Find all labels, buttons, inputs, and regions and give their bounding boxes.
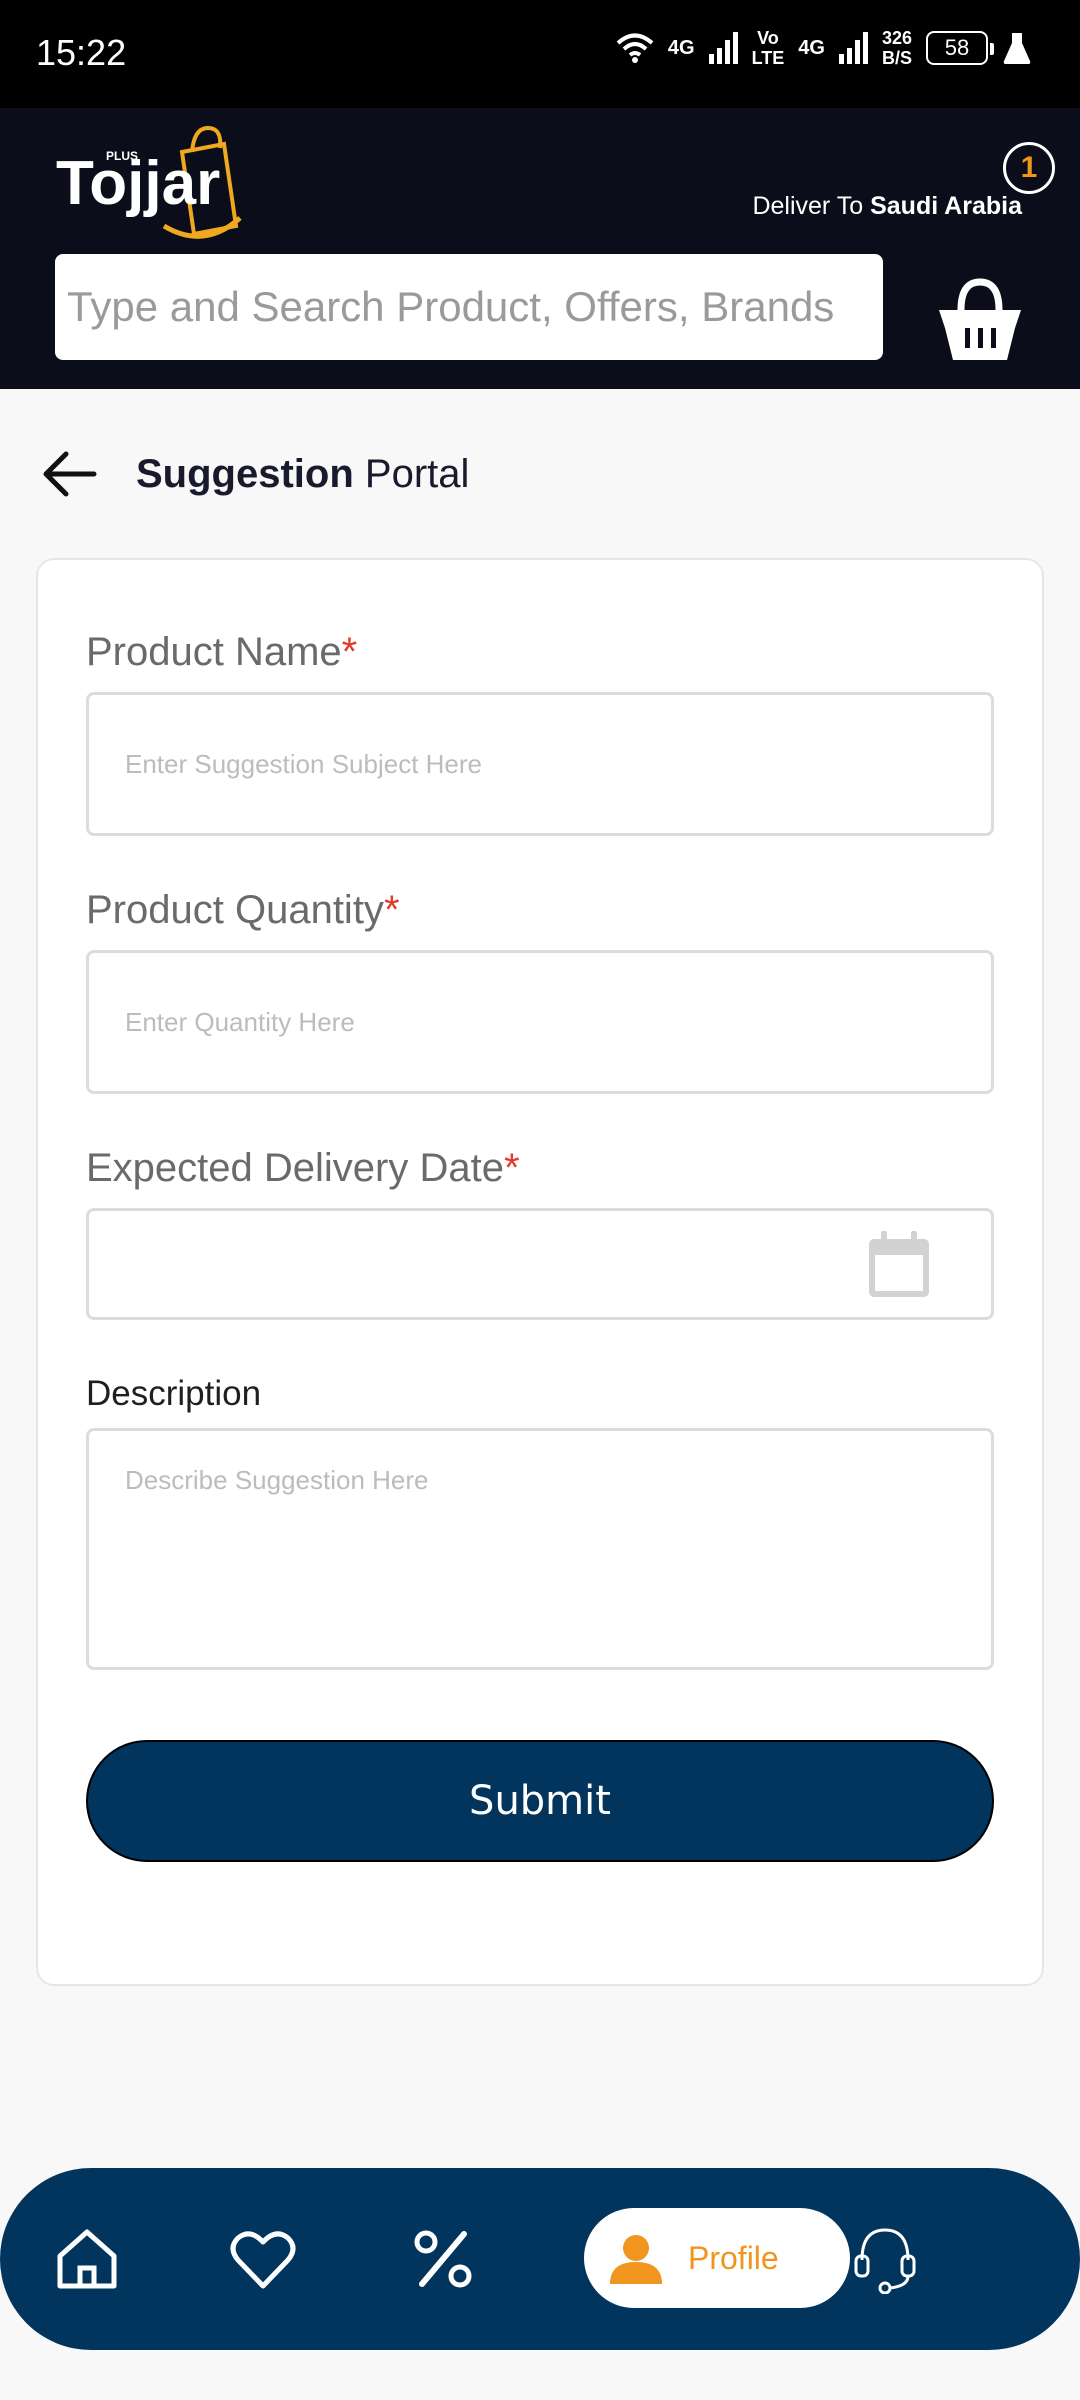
logo-text: Tojjar <box>56 149 220 218</box>
quantity-label-text: Product Quantity <box>86 888 384 932</box>
quantity-field[interactable]: Enter Quantity Here <box>86 950 994 1094</box>
deliver-country: Saudi Arabia <box>870 192 1022 220</box>
back-arrow-icon[interactable] <box>42 446 98 502</box>
calendar-icon[interactable] <box>867 1231 931 1299</box>
network-4g-label: 4G <box>667 36 695 59</box>
bottom-nav: Profile <box>0 2168 1080 2350</box>
submit-button[interactable]: Submit <box>86 1740 994 1862</box>
delivery-date-field[interactable] <box>86 1208 994 1320</box>
network-speed: 326 B/S <box>882 28 912 68</box>
percent-icon[interactable] <box>408 2224 478 2294</box>
page-title-bold: Suggestion <box>136 452 354 496</box>
product-name-field[interactable]: Enter Suggestion Subject Here <box>86 692 994 836</box>
volte-label: Vo LTE <box>752 28 785 68</box>
description-textarea[interactable]: Describe Suggestion Here <box>86 1428 994 1670</box>
product-name-placeholder: Enter Suggestion Subject Here <box>125 749 482 779</box>
battery-icon: 58 <box>926 31 994 65</box>
status-icons: 4G Vo LTE 4G 326 B/S 58 <box>616 28 1032 68</box>
volte-top: Vo <box>757 28 779 48</box>
required-mark: * <box>503 1146 520 1190</box>
search-input[interactable]: Type and Search Product, Offers, Brands <box>55 254 883 360</box>
speed-value: 326 <box>881 28 912 48</box>
required-mark: * <box>341 630 358 674</box>
home-icon[interactable] <box>52 2224 122 2294</box>
required-mark: * <box>383 888 400 932</box>
product-name-label-text: Product Name <box>86 630 342 674</box>
basket-icon[interactable] <box>935 276 1025 366</box>
page-title: Suggestion Portal <box>136 452 469 497</box>
status-bar: 15:22 4G Vo LTE 4G 326 B/S 58 <box>0 0 1080 108</box>
status-time: 15:22 <box>36 32 127 73</box>
quantity-placeholder: Enter Quantity Here <box>125 1007 355 1037</box>
description-label: Description <box>86 1374 262 1413</box>
signal-icon-2 <box>838 32 868 64</box>
volte-bottom: LTE <box>751 48 785 68</box>
logo-sub: PLUS <box>106 149 138 163</box>
description-placeholder: Describe Suggestion Here <box>125 1465 429 1495</box>
signal-icon <box>708 32 738 64</box>
flask-icon <box>1003 33 1031 64</box>
support-icon[interactable] <box>852 2224 918 2294</box>
deliver-to[interactable]: Deliver To Saudi Arabia <box>752 192 1022 221</box>
page-title-rest: Portal <box>364 452 470 496</box>
cart-count-badge: 1 <box>1003 142 1055 194</box>
profile-tab-label: Profile <box>688 2239 779 2276</box>
delivery-date-label-text: Expected Delivery Date <box>86 1146 504 1190</box>
search-placeholder: Type and Search Product, Offers, Brands <box>67 283 835 330</box>
quantity-label: Product Quantity* <box>86 888 400 933</box>
speed-unit: B/S <box>881 48 912 68</box>
profile-icon <box>610 2235 662 2284</box>
battery-level: 58 <box>944 35 970 60</box>
tojjar-logo[interactable]: Tojjar PLUS <box>54 122 284 242</box>
product-name-label: Product Name* <box>86 630 357 675</box>
wifi-icon <box>616 33 654 63</box>
delivery-date-label: Expected Delivery Date* <box>86 1146 520 1191</box>
network-4g-label-2: 4G <box>798 36 825 59</box>
app-header: Tojjar PLUS Deliver To Saudi Arabia Type… <box>0 108 1080 389</box>
profile-tab[interactable]: Profile <box>584 2208 850 2308</box>
heart-icon[interactable] <box>228 2224 298 2294</box>
deliver-prefix: Deliver To <box>752 192 864 220</box>
